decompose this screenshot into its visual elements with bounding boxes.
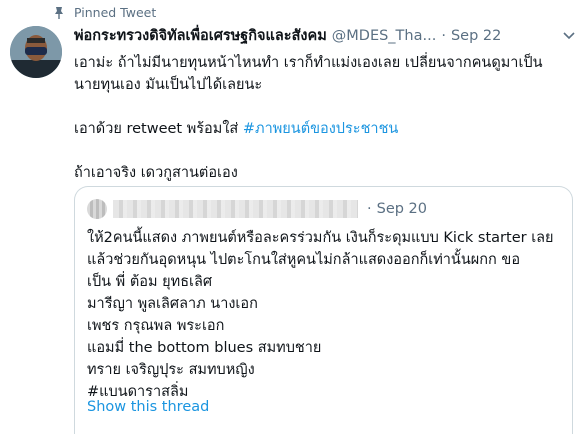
show-thread-link[interactable]: Show this thread [87,399,209,415]
tweet-text-line: นายทุนเอง มันเป็นไปได้เลยนะ [74,77,263,93]
quoted-tweet-date: Sep 20 [376,201,427,217]
quoted-text-line: แล้วช่วยกันอุดหนุน ไปตะโกนใส่หูคนไม่กล้า… [87,252,521,268]
display-name[interactable]: พ่อกระทรวงดิจิทัลเพื่อเศรษฐกิจและสังคม [74,26,327,46]
separator-dot: · [367,201,372,217]
quoted-text-line: แอมมี่ the bottom blues สมทบชาย [87,340,322,356]
quoted-tweet[interactable]: · Sep 20 ให้2คนนี้แสดง ภาพยนต์หรือละครร่… [74,186,573,434]
profile-photo [10,26,62,78]
retweet-text: เอาด้วย retweet พร้อมใส่ [74,121,243,137]
quoted-author-redacted [113,200,358,218]
tweet-body: เอาม่ะ ถ้าไม่มีนายทุนหน้าไหนทำ เราก็ทำแม… [74,52,564,184]
quoted-text-line: ให้2คนนี้แสดง ภาพยนต์หรือละครร่วมกัน เงิ… [87,230,554,246]
tweet-text-line: เอาม่ะ ถ้าไม่มีนายทุนหน้าไหนทำ เราก็ทำแม… [74,55,543,71]
tweet-closing-line: ถ้าเอาจริง เดวกูสานต่อเอง [74,165,238,181]
separator-dot: · [441,28,446,44]
quoted-text-line: มารีญา พูลเลิศลาภ นางเอก [87,296,258,312]
tweet-date[interactable]: Sep 22 [451,26,501,46]
quoted-text-line: เพชร กรุณพล พระเอก [87,318,225,334]
tweet-header: พ่อกระทรวงดิจิทัลเพื่อเศรษฐกิจและสังคม @… [74,26,575,46]
quoted-text-line: เป็น พี่ ต้อม ยุทธเลิศ [87,274,213,290]
hashtag-link[interactable]: #ภาพยนต์ของประชาชน [243,121,398,137]
pinned-tweet-indicator: Pinned Tweet [52,5,156,20]
pin-icon [55,6,63,19]
quoted-tweet-body: ให้2คนนี้แสดง ภาพยนต์หรือละครร่วมกัน เงิ… [87,227,565,403]
quoted-tweet-header: · Sep 20 [87,199,427,219]
quoted-avatar-blurred [87,199,107,219]
pinned-label: Pinned Tweet [74,5,157,20]
quoted-text-line: ทราย เจริญปุระ สมทบหญิง [87,362,255,378]
chevron-down-icon[interactable] [561,30,577,42]
tweet-retweet-line: เอาด้วย retweet พร้อมใส่ #ภาพยนต์ของประช… [74,118,564,140]
user-handle[interactable]: @MDES_Tha... [332,26,437,46]
avatar[interactable] [10,26,62,78]
